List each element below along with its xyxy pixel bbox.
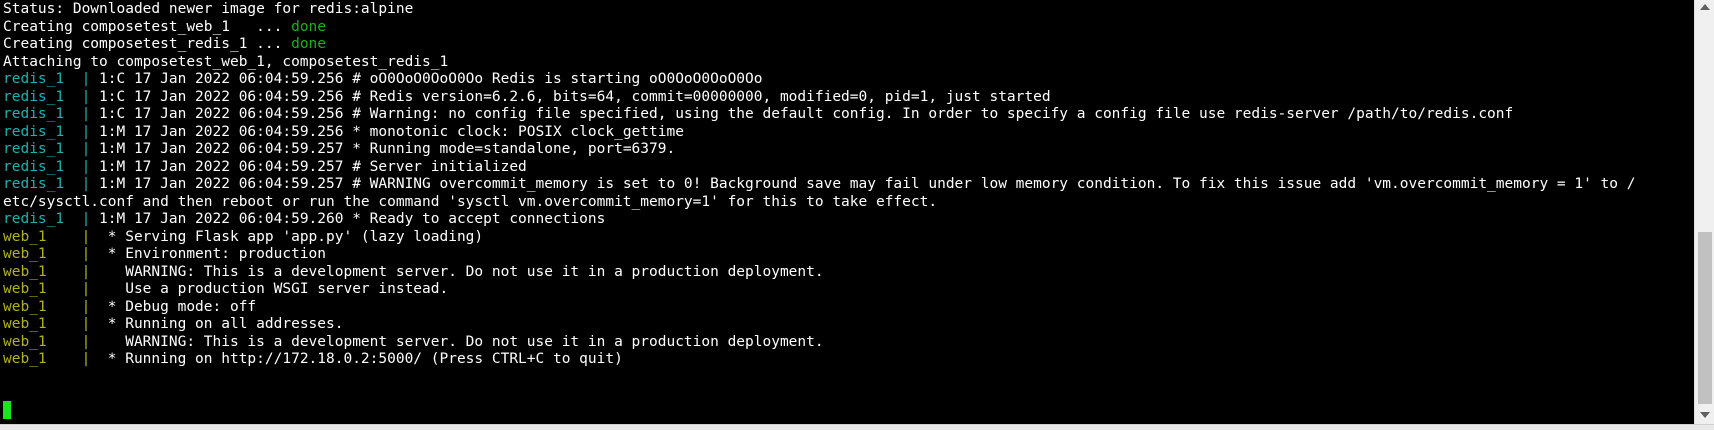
line-text: Creating composetest_redis_1 ...: [3, 36, 292, 52]
web-prefix: web_1 |: [3, 228, 100, 245]
window-bottom-border: [0, 424, 1714, 430]
line-text: 1:M 17 Jan 2022 06:04:59.256 * monotonic…: [99, 123, 684, 140]
line-text: etc/sysctl.conf and then reboot or run t…: [3, 193, 938, 210]
terminal-line: web_1 | WARNING: This is a development s…: [3, 333, 824, 352]
terminal-line: redis_1 | 1:M 17 Jan 2022 06:04:59.257 #…: [3, 175, 1635, 194]
web-prefix: web_1 |: [3, 316, 100, 332]
terminal-line: web_1 | * Debug mode: off: [3, 298, 256, 317]
line-text: 1:M 17 Jan 2022 06:04:59.257 # WARNING o…: [99, 176, 1636, 192]
redis-prefix: redis_1 |: [3, 211, 100, 227]
line-text: Attaching to composetest_web_1, composet…: [3, 53, 449, 70]
terminal-line: Status: Downloaded newer image for redis…: [3, 0, 413, 19]
line-text: * Running on all addresses.: [99, 316, 344, 332]
line-text: 1:C 17 Jan 2022 06:04:59.256 # Redis ver…: [99, 88, 1051, 105]
terminal-line: Creating composetest_redis_1 ... done: [3, 35, 326, 54]
line-text: 1:M 17 Jan 2022 06:04:59.257 # Server in…: [99, 158, 527, 175]
web-prefix: web_1 |: [3, 246, 100, 262]
terminal-line: web_1 | Use a production WSGI server ins…: [3, 280, 448, 299]
redis-prefix: redis_1 |: [3, 158, 100, 175]
terminal-line: web_1 | * Environment: production: [3, 245, 326, 264]
terminal-line: Creating composetest_web_1 ... done: [3, 18, 326, 37]
line-text: Status: Downloaded newer image for redis…: [3, 1, 414, 17]
redis-prefix: redis_1 |: [3, 141, 100, 157]
terminal-line: web_1 | * Running on http://172.18.0.2:5…: [3, 350, 623, 369]
line-text: * Running on http://172.18.0.2:5000/ (Pr…: [99, 351, 623, 367]
terminal-line: web_1 | * Running on all addresses.: [3, 315, 343, 334]
redis-prefix: redis_1 |: [3, 71, 100, 87]
web-prefix: web_1 |: [3, 298, 100, 315]
terminal-line: redis_1 | 1:C 17 Jan 2022 06:04:59.256 #…: [3, 105, 1513, 124]
line-text: WARNING: This is a development server. D…: [99, 333, 824, 350]
terminal-line: redis_1 | 1:M 17 Jan 2022 06:04:59.257 #…: [3, 158, 527, 177]
terminal-line: redis_1 | 1:C 17 Jan 2022 06:04:59.256 #…: [3, 88, 1051, 107]
web-prefix: web_1 |: [3, 333, 100, 350]
web-prefix: web_1 |: [3, 263, 100, 280]
done-status: done: [291, 18, 327, 35]
line-text: 1:M 17 Jan 2022 06:04:59.257 * Running m…: [99, 141, 676, 157]
line-text: * Environment: production: [99, 246, 327, 262]
line-text: * Serving Flask app 'app.py' (lazy loadi…: [99, 228, 484, 245]
line-text: 1:C 17 Jan 2022 06:04:59.256 # oO0OoO0Oo…: [99, 71, 763, 87]
line-text: 1:C 17 Jan 2022 06:04:59.256 # Warning: …: [99, 106, 1514, 122]
done-status: done: [291, 36, 327, 52]
terminal-line: redis_1 | 1:M 17 Jan 2022 06:04:59.256 *…: [3, 123, 684, 142]
line-text: Creating composetest_web_1 ...: [3, 18, 292, 35]
web-prefix: web_1 |: [3, 351, 100, 367]
web-prefix: web_1 |: [3, 281, 100, 297]
scroll-up-arrow-icon[interactable]: [1700, 4, 1710, 10]
terminal-cursor: [3, 401, 11, 419]
scroll-down-arrow-icon[interactable]: [1700, 412, 1710, 418]
terminal-line: Attaching to composetest_web_1, composet…: [3, 53, 448, 72]
scroll-thumb[interactable]: [1698, 232, 1712, 404]
terminal-line: redis_1 | 1:M 17 Jan 2022 06:04:59.260 *…: [3, 210, 605, 229]
terminal-line: web_1 | WARNING: This is a development s…: [3, 263, 824, 282]
vertical-scrollbar[interactable]: [1694, 0, 1714, 424]
line-text: * Debug mode: off: [99, 298, 257, 315]
line-text: Use a production WSGI server instead.: [99, 281, 449, 297]
terminal-line: redis_1 | 1:C 17 Jan 2022 06:04:59.256 #…: [3, 70, 763, 89]
redis-prefix: redis_1 |: [3, 106, 100, 122]
terminal-line: web_1 | * Serving Flask app 'app.py' (la…: [3, 228, 483, 247]
line-text: WARNING: This is a development server. D…: [99, 263, 824, 280]
redis-prefix: redis_1 |: [3, 123, 100, 140]
redis-prefix: redis_1 |: [3, 88, 100, 105]
terminal-output[interactable]: Status: Downloaded newer image for redis…: [0, 0, 1694, 424]
terminal-line: redis_1 | 1:M 17 Jan 2022 06:04:59.257 *…: [3, 140, 675, 159]
line-text: 1:M 17 Jan 2022 06:04:59.260 * Ready to …: [99, 211, 606, 227]
terminal-line: etc/sysctl.conf and then reboot or run t…: [3, 193, 937, 212]
redis-prefix: redis_1 |: [3, 176, 100, 192]
